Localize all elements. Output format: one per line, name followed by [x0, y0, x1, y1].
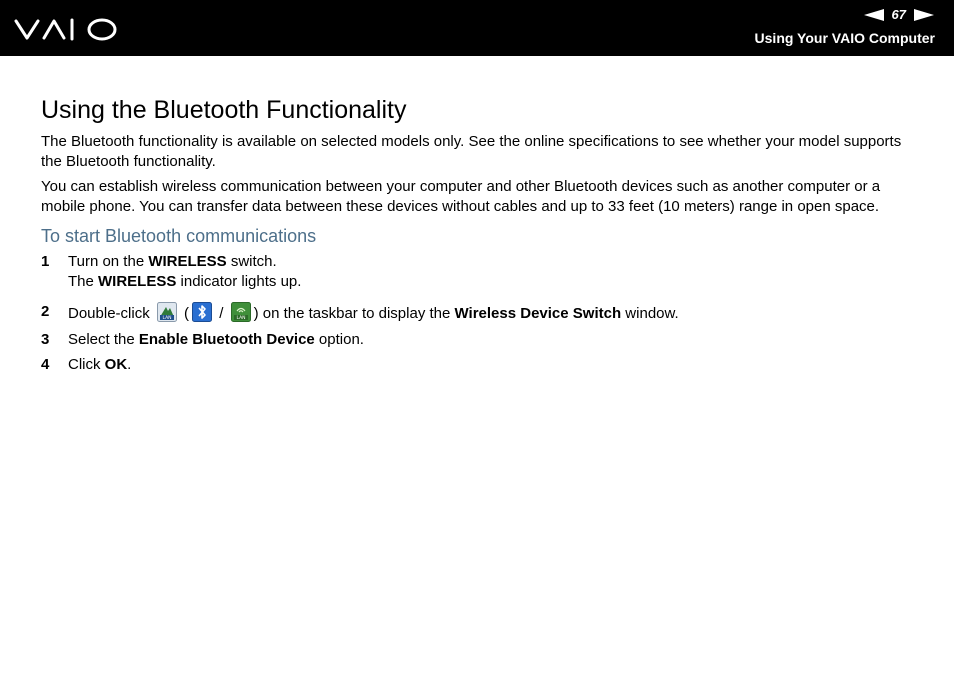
step-text-part: . [127, 356, 132, 373]
step-number: 3 [41, 330, 50, 348]
step-text: Select the Enable Bluetooth Device optio… [68, 330, 921, 350]
step-number: 1 [41, 253, 50, 270]
step-item: 2 Double-click LAN ( / LAN) on the task… [41, 302, 921, 324]
intro-paragraph: The Bluetooth functionality is available… [41, 133, 902, 170]
step-text-part: Select the [68, 330, 139, 348]
option-name: Enable Bluetooth Device [138, 330, 315, 348]
procedure-title: To start Bluetooth communications [41, 226, 317, 246]
page-content: Using the Bluetooth Functionality The Bl… [41, 94, 921, 375]
step-text-part: ) on the taskbar to display the [253, 305, 455, 322]
step-text-part: indicator lights up. [176, 272, 302, 290]
step-text-part: ( [179, 305, 190, 322]
step-text-part: / [215, 305, 228, 322]
step-text-part: option. [314, 330, 364, 348]
step-number: 2 [41, 303, 50, 320]
step-text: Click OK. [68, 355, 921, 375]
description-paragraph: You can establish wireless communication… [41, 178, 881, 215]
indicator-name: WIRELESS [98, 272, 177, 290]
step-text-part: The [68, 272, 99, 290]
vaio-logo [14, 18, 117, 41]
step-number: 4 [41, 356, 50, 373]
step-text-part: Double-click [68, 305, 154, 322]
section-title: Using Your VAIO Computer [754, 30, 935, 46]
step-text-part: window. [621, 305, 679, 322]
wireless-lan-tray-icon: LAN [156, 302, 177, 322]
step-item: 1 Turn on the WIRELESS switch. The WIREL… [41, 252, 921, 291]
svg-text:LAN: LAN [236, 315, 245, 321]
svg-text:LAN: LAN [162, 315, 171, 321]
page-header: 67 Using Your VAIO Computer [0, 0, 954, 56]
page-navigation: 67 [863, 7, 934, 23]
page-number: 67 [891, 7, 906, 22]
step-text-part: switch. [226, 253, 277, 270]
switch-name: WIRELESS [148, 253, 227, 270]
step-text-part: Click [68, 356, 105, 373]
wireless-lan-tray-icon: LAN [230, 302, 251, 322]
step-text: Double-click LAN ( / LAN) on the taskba… [68, 302, 921, 324]
bluetooth-tray-icon [192, 302, 213, 322]
step-text-part: Turn on the [68, 253, 149, 270]
next-page-arrow-icon[interactable] [914, 9, 934, 21]
procedure-steps: 1 Turn on the WIRELESS switch. The WIREL… [41, 252, 921, 375]
step-item: 4 Click OK. [41, 355, 921, 375]
button-name: OK [104, 356, 128, 373]
previous-page-arrow-icon[interactable] [863, 9, 884, 21]
window-name: Wireless Device Switch [454, 305, 622, 322]
step-text: Turn on the WIRELESS switch. The WIRELES… [68, 252, 921, 291]
step-item: 3 Select the Enable Bluetooth Device opt… [41, 330, 921, 350]
page-title: Using the Bluetooth Functionality [41, 96, 407, 124]
